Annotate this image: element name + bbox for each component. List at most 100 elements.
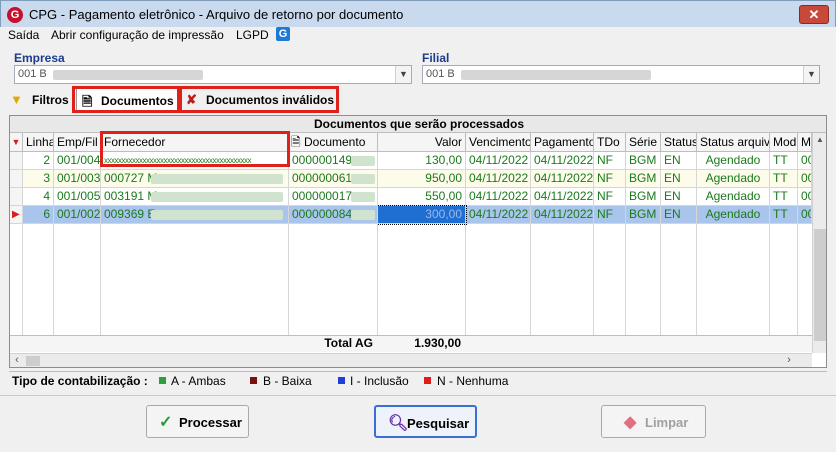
cell-pagamento[interactable]: 04/11/2022 <box>531 206 594 224</box>
cell-vencimento[interactable]: 04/11/2022 <box>466 170 531 188</box>
cell-status[interactable]: EN <box>661 188 697 206</box>
cell-linha[interactable]: 6 <box>23 206 54 224</box>
sort-indicator-icon[interactable]: ▼ <box>10 133 23 152</box>
cell-linha[interactable]: 2 <box>23 152 54 170</box>
menu-saida[interactable]: Saída <box>8 28 39 42</box>
table-row[interactable]: 2 001/004 xxxxxxxxxxxxxxxxxxxxxxxxxxxxxxxx… <box>10 152 812 170</box>
scroll-left-icon[interactable]: ‹ <box>10 354 24 367</box>
scroll-right-icon[interactable]: › <box>782 354 796 367</box>
col-header-tdo[interactable]: TDo <box>594 133 626 152</box>
col-header-pagamento[interactable]: Pagamento <box>531 133 594 152</box>
filial-select[interactable]: 001 B ▼ <box>422 65 820 84</box>
col-header-serie[interactable]: Série <box>626 133 661 152</box>
cell-linha[interactable]: 3 <box>23 170 54 188</box>
pesquisar-button[interactable]: 🔍︎ Pesquisar <box>374 405 477 438</box>
cell-mod[interactable]: TT <box>770 152 798 170</box>
cell-pagamento[interactable]: 04/11/2022 <box>531 188 594 206</box>
cell-m[interactable]: 00 <box>798 206 812 224</box>
legend-label: Tipo de contabilização : <box>12 374 148 388</box>
col-header-vencimento[interactable]: Vencimento <box>466 133 531 152</box>
filial-label: Filial <box>422 51 450 65</box>
cell-valor[interactable]: 130,00 <box>378 152 466 170</box>
cell-serie[interactable]: BGM <box>626 170 661 188</box>
col-header-status[interactable]: Status <box>661 133 697 152</box>
col-header-mod[interactable]: Mod <box>770 133 798 152</box>
tab-documentos-invalidos[interactable]: ✘ Documentos inválidos <box>180 88 336 112</box>
tab-documentos-label: Documentos <box>101 94 174 108</box>
empresa-redacted <box>53 70 203 80</box>
table-row[interactable]: 3 001/003 000727 M 000000061 950,00 04/11/202… <box>10 170 812 188</box>
tab-filtros[interactable]: ▼ Filtros <box>10 88 72 112</box>
cell-tdo[interactable]: NF <box>594 152 626 170</box>
empresa-select[interactable]: 001 B ▼ <box>14 65 412 84</box>
cell-status-arquivo[interactable]: Agendado <box>697 170 770 188</box>
cell-empfil[interactable]: 001/005 <box>54 188 101 206</box>
limpar-button[interactable]: ◆ Limpar <box>601 405 706 438</box>
cell-m[interactable]: 00 <box>798 170 812 188</box>
cell-serie[interactable]: BGM <box>626 152 661 170</box>
cell-pagamento[interactable]: 04/11/2022 <box>531 152 594 170</box>
cell-empfil[interactable]: 001/003 <box>54 170 101 188</box>
redacted-blur <box>151 174 283 184</box>
legend-item-i: I - Inclusão <box>350 374 409 388</box>
legend-square-a <box>159 377 166 384</box>
chevron-down-icon[interactable]: ▼ <box>395 66 411 83</box>
cell-m[interactable]: 00 <box>798 188 812 206</box>
cell-serie[interactable]: BGM <box>626 206 661 224</box>
menu-abrir-configuracao[interactable]: Abrir configuração de impressão <box>51 28 224 42</box>
tab-documentos[interactable]: 🗎 Documentos <box>76 88 178 112</box>
cell-status-arquivo[interactable]: Agendado <box>697 152 770 170</box>
documents-grid[interactable]: Documentos que serão processados ▼ Linha… <box>9 115 827 368</box>
col-header-linha[interactable]: Linha <box>23 133 54 152</box>
cell-empfil[interactable]: 001/004 <box>54 152 101 170</box>
redacted-blur <box>351 174 375 184</box>
window-title: CPG - Pagamento eletrônico - Arquivo de … <box>29 7 404 22</box>
cell-tdo[interactable]: NF <box>594 170 626 188</box>
total-value: 1.930,00 <box>414 336 461 350</box>
cell-serie[interactable]: BGM <box>626 188 661 206</box>
cell-valor[interactable]: 300,00 <box>377 205 467 225</box>
col-header-valor[interactable]: Valor <box>378 133 466 152</box>
cell-status[interactable]: EN <box>661 152 697 170</box>
cell-status[interactable]: EN <box>661 206 697 224</box>
menu-lgpd[interactable]: LGPD <box>236 28 269 42</box>
close-button[interactable]: ✕ <box>799 5 829 24</box>
scroll-up-icon[interactable]: ▲ <box>813 133 826 147</box>
cell-mod[interactable]: TT <box>770 206 798 224</box>
cell-valor[interactable]: 550,00 <box>378 188 466 206</box>
cell-status[interactable]: EN <box>661 170 697 188</box>
cell-tdo[interactable]: NF <box>594 206 626 224</box>
cell-status-arquivo[interactable]: Agendado <box>697 188 770 206</box>
cell-valor[interactable]: 950,00 <box>378 170 466 188</box>
col-header-empfil[interactable]: Emp/Fil <box>54 133 101 152</box>
cell-pagamento[interactable]: 04/11/2022 <box>531 170 594 188</box>
cell-vencimento[interactable]: 04/11/2022 <box>466 206 531 224</box>
vertical-scroll-thumb[interactable] <box>814 229 826 341</box>
cell-mod[interactable]: TT <box>770 170 798 188</box>
processar-button[interactable]: ✓ Processar <box>146 405 249 438</box>
cell-linha[interactable]: 4 <box>23 188 54 206</box>
cell-status-arquivo[interactable]: Agendado <box>697 206 770 224</box>
cell-vencimento[interactable]: 04/11/2022 <box>466 152 531 170</box>
table-row[interactable]: ▶ 6 001/002 009369 E 000000084 300,00 04/11/20… <box>10 205 812 225</box>
col-header-m[interactable]: M <box>798 133 812 152</box>
table-row[interactable]: 4 001/005 003191 M 000000017 550,00 04/11/202… <box>10 188 812 206</box>
vertical-scrollbar[interactable]: ▲ <box>812 133 826 353</box>
cell-m[interactable]: 00 <box>798 152 812 170</box>
lgpd-icon[interactable]: G <box>276 27 290 41</box>
col-header-documento[interactable]: 🗎 Documento <box>289 133 378 152</box>
document-icon: 🗎 <box>291 135 301 149</box>
horizontal-scrollbar[interactable]: ‹ › <box>10 353 812 367</box>
cell-mod[interactable]: TT <box>770 188 798 206</box>
cell-fornecedor[interactable]: xxxxxxxxxxxxxxxxxxxxxxxxxxxxxxxxxxxxxxxx… <box>101 152 289 170</box>
chevron-down-icon[interactable]: ▼ <box>803 66 819 83</box>
col-header-fornecedor[interactable]: Fornecedor <box>101 133 289 152</box>
legend-bar: Tipo de contabilização : A - Ambas B - B… <box>9 371 827 388</box>
redacted-blur <box>151 192 283 202</box>
col-header-status-arquivo[interactable]: Status arquivo <box>697 133 770 152</box>
cell-empfil[interactable]: 001/002 <box>54 206 101 224</box>
cell-tdo[interactable]: NF <box>594 188 626 206</box>
cell-vencimento[interactable]: 04/11/2022 <box>466 188 531 206</box>
eraser-icon: ◆ <box>624 414 637 431</box>
horizontal-scroll-thumb[interactable] <box>26 356 40 366</box>
